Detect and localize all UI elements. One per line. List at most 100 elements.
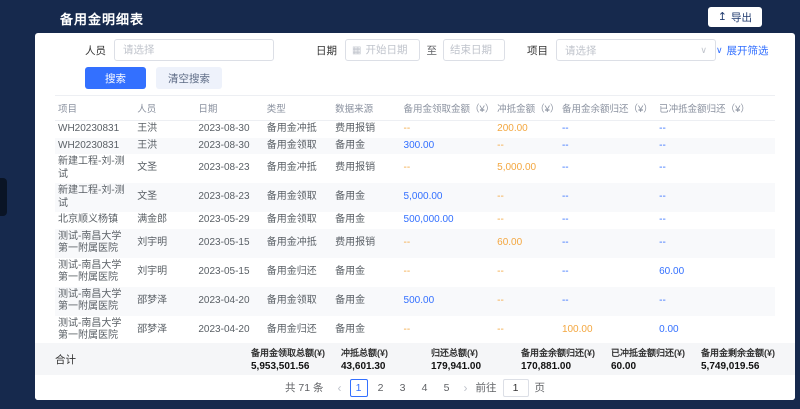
column-header: 备用金余额归还（¥） <box>559 96 656 121</box>
page-button[interactable]: 5 <box>438 379 456 397</box>
total-label: 合计 <box>55 352 76 367</box>
start-date-picker[interactable]: ▦ <box>345 39 420 61</box>
page-button[interactable]: 2 <box>372 379 390 397</box>
amount-cell: -- <box>656 287 775 316</box>
amount-cell: -- <box>559 154 656 183</box>
column-header: 日期 <box>195 96 263 121</box>
date-filter-label: 日期 <box>316 43 337 58</box>
summary-item: 备用金领取总额(¥)5,953,501.56 <box>251 346 325 372</box>
date-cell: 2023-08-30 <box>195 138 263 155</box>
amount-cell: 300.00 <box>401 138 495 155</box>
end-date-picker[interactable] <box>443 39 505 61</box>
end-date-input[interactable] <box>450 44 498 56</box>
amount-cell: -- <box>559 183 656 212</box>
table-row: WH20230831王洪2023-08-30备用金冲抵费用报销--200.00-… <box>55 121 775 138</box>
person-cell: 文圣 <box>134 183 195 212</box>
summary-item-value: 60.00 <box>611 361 685 372</box>
amount-cell: -- <box>656 154 775 183</box>
project-cell: 测试-南昌大学第一附属医院 <box>55 229 134 258</box>
date-cell: 2023-08-30 <box>195 121 263 138</box>
person-select-input[interactable] <box>114 39 274 61</box>
column-header: 人员 <box>134 96 195 121</box>
project-select-placeholder: 请选择 <box>565 43 597 58</box>
amount-cell: 5,000.00 <box>401 183 495 212</box>
table-row: 测试-南昌大学第一附属医院邵梦泽2023-04-20备用金归还备用金----10… <box>55 316 775 344</box>
prev-page-button[interactable]: ‹ <box>336 381 344 395</box>
date-cell: 2023-04-20 <box>195 287 263 316</box>
amount-cell: -- <box>494 183 559 212</box>
petty-cash-table: 项目人员日期类型数据来源备用金领取金额（¥）冲抵金额（¥）备用金余额归还（¥）已… <box>55 95 775 343</box>
export-icon: ↥ <box>718 12 727 23</box>
summary-items: 备用金领取总额(¥)5,953,501.56冲抵总额(¥)43,601.30归还… <box>251 346 775 372</box>
drawer-handle[interactable] <box>0 178 7 216</box>
source-cell: 备用金 <box>332 212 400 229</box>
date-cell: 2023-05-15 <box>195 229 263 258</box>
search-button[interactable]: 搜索 <box>85 67 146 89</box>
amount-cell: 60.00 <box>656 258 775 287</box>
person-cell: 邵梦泽 <box>134 316 195 344</box>
source-cell: 备用金 <box>332 138 400 155</box>
summary-item-label: 冲抵总额(¥) <box>341 346 415 359</box>
date-cell: 2023-05-15 <box>195 258 263 287</box>
amount-cell: -- <box>401 154 495 183</box>
next-page-button[interactable]: › <box>462 381 470 395</box>
export-button[interactable]: ↥ 导出 <box>708 7 762 27</box>
amount-cell: 100.00 <box>559 316 656 344</box>
source-cell: 备用金 <box>332 183 400 212</box>
amount-cell: -- <box>494 212 559 229</box>
person-cell: 刘宇明 <box>134 258 195 287</box>
amount-cell: 200.00 <box>494 121 559 138</box>
table-row: 测试-南昌大学第一附属医院刘宇明2023-05-15备用金冲抵费用报销--60.… <box>55 229 775 258</box>
chevron-down-icon: ∨ <box>700 45 707 56</box>
amount-cell: 500,000.00 <box>401 212 495 229</box>
amount-cell: -- <box>559 229 656 258</box>
amount-cell: -- <box>656 183 775 212</box>
date-filter: 日期 ▦ 至 <box>316 39 505 61</box>
summary-item-label: 备用金领取总额(¥) <box>251 346 325 359</box>
export-button-label: 导出 <box>731 10 752 25</box>
person-cell: 王洪 <box>134 138 195 155</box>
project-cell: 北京顺义杨镇 <box>55 212 134 229</box>
start-date-input[interactable] <box>365 44 413 56</box>
date-cell: 2023-04-20 <box>195 316 263 344</box>
project-cell: WH20230831 <box>55 121 134 138</box>
goto-page-input[interactable] <box>503 379 529 397</box>
amount-cell: -- <box>559 287 656 316</box>
amount-cell: -- <box>656 121 775 138</box>
project-select[interactable]: 请选择 ∨ <box>556 39 716 61</box>
type-cell: 备用金领取 <box>264 183 332 212</box>
summary-item-label: 归还总额(¥) <box>431 346 505 359</box>
clear-search-button[interactable]: 清空搜索 <box>156 67 222 89</box>
amount-cell: -- <box>559 258 656 287</box>
column-header: 项目 <box>55 96 134 121</box>
amount-cell: -- <box>494 138 559 155</box>
page-buttons: 12345 <box>350 379 456 397</box>
amount-cell: -- <box>494 258 559 287</box>
page-button[interactable]: 1 <box>350 379 368 397</box>
amount-cell: -- <box>656 212 775 229</box>
table-row: 新建工程-刘-测试文圣2023-08-23备用金冲抵费用报销--5,000.00… <box>55 154 775 183</box>
type-cell: 备用金归还 <box>264 316 332 344</box>
type-cell: 备用金冲抵 <box>264 229 332 258</box>
filter-bar: 人员 日期 ▦ 至 项目 请选择 ∨ ∨ 展开筛选 <box>35 33 795 61</box>
source-cell: 备用金 <box>332 258 400 287</box>
table-header-row: 项目人员日期类型数据来源备用金领取金额（¥）冲抵金额（¥）备用金余额归还（¥）已… <box>55 96 775 121</box>
summary-item: 备用金余额归还(¥)170,881.00 <box>521 346 595 372</box>
table-row: WH20230831王洪2023-08-30备用金领取备用金300.00----… <box>55 138 775 155</box>
amount-cell: -- <box>559 212 656 229</box>
amount-cell: -- <box>494 287 559 316</box>
date-cell: 2023-08-23 <box>195 183 263 212</box>
source-cell: 备用金 <box>332 287 400 316</box>
page-button[interactable]: 4 <box>416 379 434 397</box>
project-cell: 测试-南昌大学第一附属医院 <box>55 287 134 316</box>
expand-filter-link[interactable]: ∨ 展开筛选 <box>716 43 769 58</box>
table-row: 测试-南昌大学第一附属医院刘宇明2023-05-15备用金归还备用金------… <box>55 258 775 287</box>
type-cell: 备用金冲抵 <box>264 154 332 183</box>
amount-cell: -- <box>656 229 775 258</box>
table-row: 新建工程-刘-测试文圣2023-08-23备用金领取备用金5,000.00---… <box>55 183 775 212</box>
amount-cell: -- <box>401 121 495 138</box>
date-to-label: 至 <box>426 43 437 58</box>
summary-item-value: 179,941.00 <box>431 361 505 372</box>
page-button[interactable]: 3 <box>394 379 412 397</box>
amount-cell: -- <box>559 138 656 155</box>
